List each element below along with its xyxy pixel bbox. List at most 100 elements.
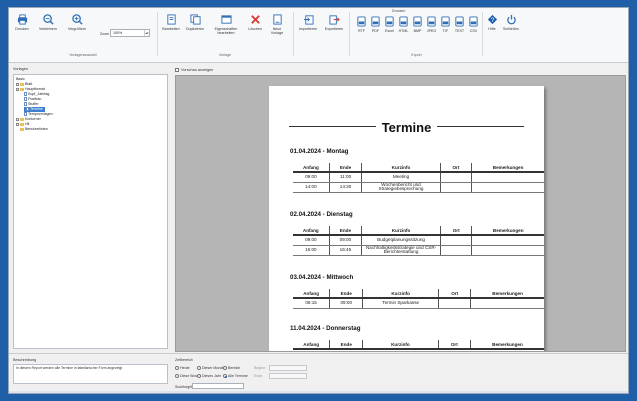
zoom-out-icon xyxy=(42,14,54,25)
radio-circle[interactable] xyxy=(175,366,179,371)
day-heading: 11.04.2024 - Donnerstag xyxy=(290,325,361,332)
neue-vorlage-button[interactable]: Neue Vorlage xyxy=(267,14,287,35)
table-row: 14:00 14:30 Wochenbericht und Strategiebes… xyxy=(293,182,544,193)
export-html-button[interactable]: HTML xyxy=(397,16,410,33)
group-separator xyxy=(157,12,158,56)
export-tif-button[interactable]: TIF xyxy=(439,16,452,33)
expand-icon[interactable] xyxy=(16,117,19,121)
radio-dieser-monat[interactable]: Dieser Monat xyxy=(197,366,223,371)
search-input[interactable] xyxy=(192,383,244,389)
export-pdf-button[interactable]: PDF xyxy=(369,16,382,33)
eigenschaften-button[interactable]: Eigenschaften bearbeiten xyxy=(208,14,244,35)
tree-item-benutzerlisten[interactable]: Benutzerlisten xyxy=(20,127,48,132)
radio-bereich[interactable]: Bereich xyxy=(223,366,240,371)
column-header: Bemerkungen xyxy=(470,289,544,299)
ribbon-toolbar: Drucken Verkleinern Vergrößern Zoom 100%… xyxy=(9,8,628,63)
delete-icon xyxy=(250,15,260,24)
verkleinern-label: Verkleinern xyxy=(39,27,57,31)
export-jpeg-button[interactable]: JPEG xyxy=(425,16,438,33)
table-row: 09:00 09:00 Budgetplanungssitzung xyxy=(293,235,544,246)
range-title: Zeitbereich xyxy=(175,358,193,362)
cell-ort xyxy=(439,245,472,256)
schliessen-button[interactable]: Schließen xyxy=(500,14,522,31)
preview-canvas[interactable]: Termine 01.04.2024 - Montag Anfang Ende Kur… xyxy=(175,75,626,352)
template-tree[interactable]: Basic Blatt Hauptformat Kopf_Jahrtag Pos… xyxy=(13,74,168,349)
collapse-icon[interactable] xyxy=(16,87,19,91)
zoom-spinner-icon[interactable]: ▴▾ xyxy=(144,30,149,36)
verkleinern-button[interactable]: Verkleinern xyxy=(37,14,59,31)
table-row: 08:15 09:00 Termin Sparkasse xyxy=(293,298,544,309)
document-icon xyxy=(26,107,29,112)
zoom-select[interactable]: 100% ▴▾ xyxy=(110,29,150,37)
folder-icon xyxy=(20,117,24,121)
expand-icon[interactable] xyxy=(16,82,19,86)
cell-start: 09:00 xyxy=(293,235,330,246)
cell-ort xyxy=(438,298,471,309)
duplizieren-label: Duplizieren xyxy=(186,27,204,31)
cell-info: Budgetplanungssitzung xyxy=(361,235,441,246)
folder-icon xyxy=(20,87,24,91)
duplizieren-button[interactable]: Duplizieren xyxy=(183,14,207,31)
cell-note xyxy=(470,298,544,309)
column-header: Ort xyxy=(438,289,471,299)
column-header: Bemerkungen xyxy=(469,340,544,350)
cell-end: 14:30 xyxy=(328,182,362,193)
neue-vorlage-label: Neue Vorlage xyxy=(270,27,284,35)
export-format-label: CSV xyxy=(469,29,478,33)
table-row: 16:00 16:45 Nachhaltigkeitsstrategie und C… xyxy=(293,245,544,256)
description-title: Beschreibung xyxy=(13,358,37,362)
appointments-table: Anfang Ende Kurzinfo Ort Bemerkungen xyxy=(293,340,544,350)
radio-circle[interactable] xyxy=(175,374,179,379)
column-header: Ort xyxy=(439,163,472,173)
export-csv-button[interactable]: CSV xyxy=(467,16,480,33)
cell-end: 11:00 xyxy=(328,172,362,183)
hilfe-label: Hilfe xyxy=(488,27,496,31)
zoom-label: Zoom xyxy=(100,32,110,36)
properties-icon xyxy=(220,15,232,24)
export-excel-button[interactable]: Excel xyxy=(383,16,396,33)
drucken-button[interactable]: Drucken xyxy=(13,14,31,31)
radio-heute[interactable]: Heute xyxy=(175,366,190,371)
document-icon xyxy=(24,112,27,117)
von-date-field[interactable] xyxy=(269,365,307,371)
drucken-label: Drucken xyxy=(15,27,29,31)
importieren-button[interactable]: Importieren xyxy=(296,14,320,31)
radio-circle-selected[interactable] xyxy=(223,374,227,379)
radio-alle-termine[interactable]: Alle Termine xyxy=(223,374,248,379)
document-icon xyxy=(24,97,27,102)
export-format-icon xyxy=(427,16,436,27)
loeschen-button[interactable]: Löschen xyxy=(245,14,265,31)
cell-start: 09:00 xyxy=(293,172,330,183)
new-template-icon xyxy=(272,14,282,25)
radio-circle[interactable] xyxy=(223,366,227,371)
export-format-label: BMP xyxy=(413,29,422,33)
hilfe-button[interactable]: ? Hilfe xyxy=(484,14,500,31)
cell-ort xyxy=(439,235,472,246)
column-header: Ort xyxy=(437,340,471,350)
expand-icon[interactable] xyxy=(16,122,19,126)
export-rtf-button[interactable]: RTF xyxy=(355,16,368,33)
column-header: Ende xyxy=(328,163,362,173)
column-header: Anfang xyxy=(293,340,330,350)
export-text-button[interactable]: TEXT xyxy=(453,16,466,33)
vergroessern-button[interactable]: Vergrößern xyxy=(65,14,89,31)
bis-date-field[interactable] xyxy=(269,373,307,379)
bearbeiten-button[interactable]: Bearbeiten xyxy=(160,14,182,31)
exportieren-button[interactable]: Exportieren xyxy=(322,14,346,31)
radio-dieses-jahr[interactable]: Dieses Jahr xyxy=(197,374,221,379)
export-bmp-button[interactable]: BMP xyxy=(411,16,424,33)
cell-note xyxy=(471,182,544,193)
preview-checkbox[interactable] xyxy=(175,68,179,72)
column-header: Kurzinfo xyxy=(362,289,439,299)
export-format-icon xyxy=(385,16,394,27)
group-label-export: Export xyxy=(411,53,422,57)
column-header: Kurzinfo xyxy=(361,226,441,236)
cell-ort xyxy=(439,182,472,193)
search-label: Suchbegriff xyxy=(175,385,194,389)
radio-circle[interactable] xyxy=(197,366,201,371)
preview-toggle[interactable]: Vorschau anzeigen xyxy=(175,67,626,74)
radio-circle[interactable] xyxy=(197,374,201,379)
export-format-label: RTF xyxy=(358,29,365,33)
cell-end: 16:45 xyxy=(328,245,362,256)
export-format-icon xyxy=(455,16,464,27)
